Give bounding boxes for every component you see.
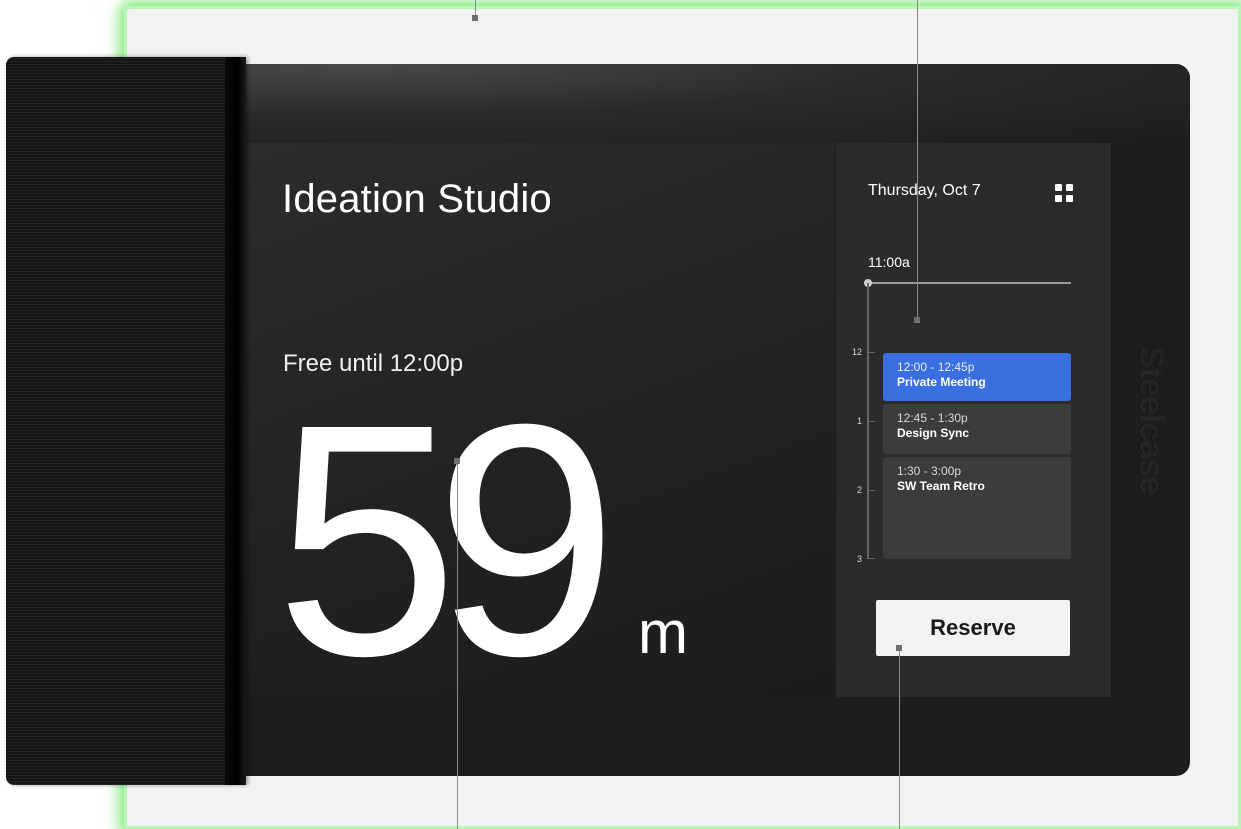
callout-dot [454, 458, 460, 464]
current-time: 11:00a [868, 254, 910, 270]
schedule-date: Thursday, Oct 7 [868, 182, 981, 199]
grid-icon-cell [1066, 195, 1073, 202]
countdown-unit: m [638, 599, 688, 666]
bezel-sheen [150, 64, 1190, 144]
event-time: 1:30 - 3:00p [897, 464, 962, 478]
callout-line [457, 461, 458, 829]
callout-line [917, 0, 918, 318]
room-status-panel: Ideation Studio Free until 12:00p 59 m [245, 143, 835, 705]
hour-label-2: 2 [856, 485, 862, 495]
room-name: Ideation Studio [282, 177, 552, 221]
hour-label-3: 3 [856, 554, 862, 564]
event-time: 12:00 - 12:45p [897, 360, 975, 374]
event-title: Private Meeting [897, 375, 986, 389]
fabric-side-panel [6, 57, 246, 785]
hour-tick [867, 352, 875, 353]
grid-icon[interactable] [1055, 184, 1075, 204]
countdown-value: 59 [275, 355, 618, 724]
hour-tick [867, 421, 875, 422]
hour-label-1: 1 [856, 416, 862, 426]
event-private-meeting[interactable]: 12:00 - 12:45p Private Meeting [883, 353, 1071, 401]
event-design-sync[interactable]: 12:45 - 1:30p Design Sync [883, 404, 1071, 454]
grid-icon-cell [1066, 184, 1073, 191]
event-title: SW Team Retro [897, 479, 985, 493]
schedule-panel: Thursday, Oct 7 11:00a 12 1 2 3 12:00 - … [836, 143, 1111, 697]
grid-icon-cell [1055, 195, 1062, 202]
current-time-line [868, 282, 1071, 284]
fabric-panel-edge [225, 57, 246, 785]
grid-icon-cell [1055, 184, 1062, 191]
display-screen: Ideation Studio Free until 12:00p 59 m T… [245, 143, 1111, 705]
callout-dot [914, 317, 920, 323]
event-time: 12:45 - 1:30p [897, 411, 968, 425]
reserve-button[interactable]: Reserve [876, 600, 1070, 656]
hour-tick [867, 490, 875, 491]
callout-line [899, 648, 900, 829]
callout-dot [472, 15, 478, 21]
callout-dot [896, 645, 902, 651]
brand-logo: Steelcase [1132, 346, 1170, 494]
hour-tick [867, 558, 875, 559]
event-sw-team-retro[interactable]: 1:30 - 3:00p SW Team Retro [883, 457, 1071, 559]
hour-label-12: 12 [851, 347, 862, 357]
event-title: Design Sync [897, 426, 970, 440]
